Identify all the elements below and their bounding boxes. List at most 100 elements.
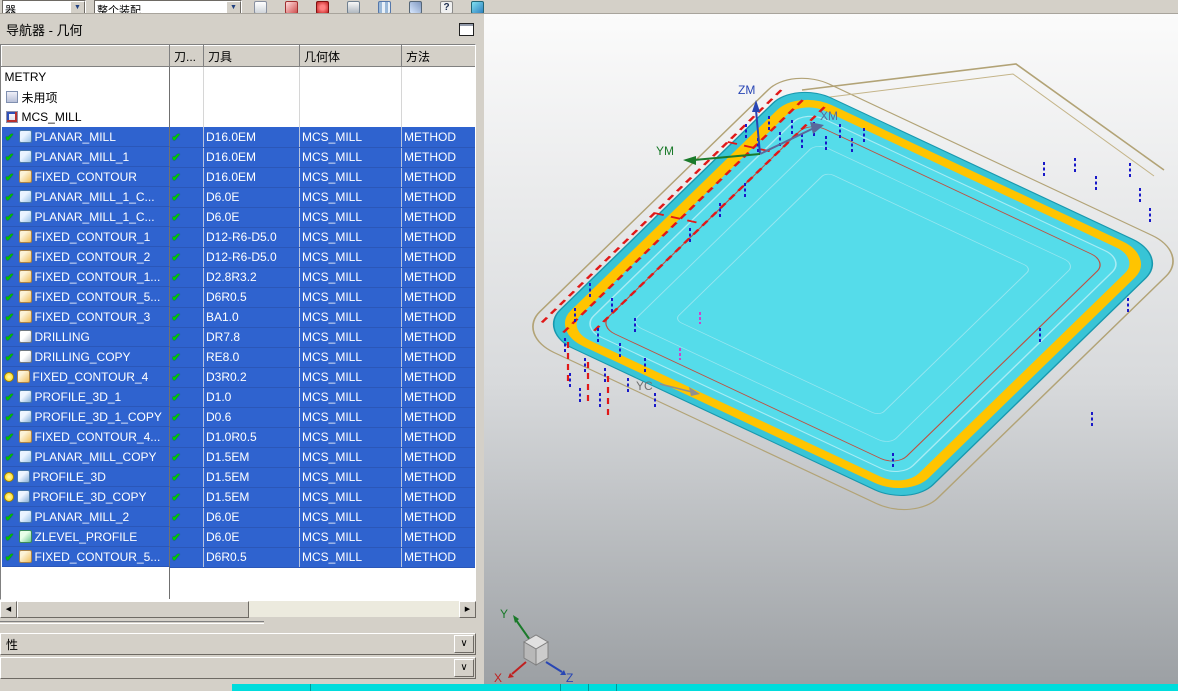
operation-name-cell[interactable]: PLANAR_MILL_2 — [1, 507, 170, 527]
operation-name-cell[interactable]: PLANAR_MILL_1_C... — [1, 207, 170, 227]
chevron-down-icon[interactable] — [70, 1, 85, 13]
float-panel-button[interactable] — [459, 22, 474, 36]
operation-name-cell[interactable]: PLANAR_MILL_1 — [1, 147, 170, 167]
operation-row[interactable]: PROFILE_3D_1 D1.0 MCS_MILL METHOD — [1, 387, 475, 408]
operation-row[interactable]: FIXED_CONTOUR_5... D6R0.5 MCS_MILL METHO… — [1, 547, 475, 568]
operation-row[interactable]: FIXED_CONTOUR_2 D12-R6-D5.0 MCS_MILL MET… — [1, 247, 475, 268]
operation-row[interactable]: FIXED_CONTOUR_4... D1.0R0.5 MCS_MILL MET… — [1, 427, 475, 448]
tree-row-unused[interactable]: 未用项 — [1, 87, 475, 107]
operation-name-cell[interactable]: PROFILE_3D_1 — [1, 387, 170, 407]
details-bar[interactable] — [0, 657, 476, 679]
geometry-cell: MCS_MILL — [299, 407, 402, 428]
plane-icon[interactable] — [347, 1, 360, 13]
operation-name-cell[interactable]: FIXED_CONTOUR — [1, 167, 170, 187]
operation-type-icon — [18, 190, 32, 203]
operation-name-cell[interactable]: FIXED_CONTOUR_5... — [1, 287, 170, 307]
selection-filter-value: 器 — [5, 5, 16, 14]
clipboard-icon[interactable] — [254, 1, 267, 13]
scrollbar-thumb[interactable] — [17, 601, 249, 618]
tree-node-label[interactable]: MCS_MILL — [21, 110, 82, 124]
toolpath-status-cell — [169, 427, 204, 448]
geometry-cell: MCS_MILL — [299, 127, 402, 148]
generated-check-icon — [4, 130, 16, 143]
operation-row[interactable]: PLANAR_MILL_1_C... D6.0E MCS_MILL METHOD — [1, 207, 475, 228]
tool-cell: D6R0.5 — [203, 287, 300, 308]
prompt-line — [232, 684, 1178, 691]
operation-name-cell[interactable]: PROFILE_3D — [1, 467, 170, 487]
column-header-tool[interactable]: 刀具 — [203, 45, 300, 67]
operation-name-cell[interactable]: FIXED_CONTOUR_2 — [1, 247, 170, 267]
tree-node-label[interactable]: METRY — [4, 70, 47, 84]
toolpath-check-icon — [172, 450, 181, 464]
shaded-view-icon[interactable] — [471, 1, 484, 13]
operation-row[interactable]: PLANAR_MILL_1 D16.0EM MCS_MILL METHOD — [1, 147, 475, 168]
tool-cell: D1.5EM — [203, 447, 300, 468]
operation-row[interactable]: DRILLING DR7.8 MCS_MILL METHOD — [1, 327, 475, 348]
tool-cell: D16.0EM — [203, 147, 300, 168]
operation-name-cell[interactable]: FIXED_CONTOUR_5... — [1, 547, 170, 567]
operation-name-cell[interactable]: FIXED_CONTOUR_4... — [1, 427, 170, 447]
operation-name-cell[interactable]: DRILLING_COPY — [1, 347, 170, 367]
operation-row[interactable]: FIXED_CONTOUR_5... D6R0.5 MCS_MILL METHO… — [1, 287, 475, 308]
operation-row[interactable]: FIXED_CONTOUR D16.0EM MCS_MILL METHOD — [1, 167, 475, 188]
method-cell: METHOD — [401, 487, 475, 508]
column-header-name[interactable] — [1, 45, 170, 67]
operation-name-cell[interactable]: FIXED_CONTOUR_3 — [1, 307, 170, 327]
operation-row[interactable]: ZLEVEL_PROFILE D6.0E MCS_MILL METHOD — [1, 527, 475, 548]
operation-row[interactable]: FIXED_CONTOUR_3 BA1.0 MCS_MILL METHOD — [1, 307, 475, 328]
chevron-down-icon[interactable] — [226, 1, 241, 13]
operation-name: PLANAR_MILL_1_C... — [34, 189, 155, 204]
operation-name-cell[interactable]: ZLEVEL_PROFILE — [1, 527, 170, 547]
help-icon[interactable] — [440, 1, 453, 13]
scroll-left-button[interactable] — [0, 601, 17, 618]
panel-title-bar[interactable]: 导航器 - 几何 — [0, 14, 484, 44]
wcs-icon[interactable] — [409, 1, 422, 13]
column-header-method[interactable]: 方法 — [401, 45, 475, 67]
geometry-cell: MCS_MILL — [299, 367, 402, 388]
operation-name-cell[interactable]: PROFILE_3D_COPY — [1, 487, 170, 507]
tool-cell: BA1.0 — [203, 307, 300, 328]
selection-filter-combo[interactable]: 器 — [2, 0, 86, 14]
selection-scope-combo[interactable]: 整个装配 — [94, 0, 242, 13]
dependencies-bar[interactable]: 性 — [0, 633, 476, 655]
operation-row[interactable]: PLANAR_MILL_1_C... D6.0E MCS_MILL METHOD — [1, 187, 475, 208]
tree-node-label[interactable]: 未用项 — [21, 89, 58, 106]
tree-row-mcs-mill[interactable]: MCS_MILL — [1, 107, 475, 127]
tree-row-geometry[interactable]: METRY — [1, 66, 475, 87]
snap-point-icon[interactable] — [285, 1, 298, 13]
operation-name-cell[interactable]: PLANAR_MILL_COPY — [1, 447, 170, 467]
panel-splitter[interactable] — [0, 617, 476, 629]
operation-row[interactable]: PLANAR_MILL_COPY D1.5EM MCS_MILL METHOD — [1, 447, 475, 468]
operation-type-icon — [18, 510, 32, 523]
scroll-right-button[interactable] — [459, 601, 476, 618]
operation-row[interactable]: PLANAR_MILL D16.0EM MCS_MILL METHOD — [1, 127, 475, 148]
operation-row[interactable]: PLANAR_MILL_2 D6.0E MCS_MILL METHOD — [1, 507, 475, 528]
expand-chevron-icon[interactable] — [454, 659, 474, 677]
method-cell: METHOD — [401, 327, 475, 348]
operation-name-cell[interactable]: PROFILE_3D_1_COPY — [1, 407, 170, 427]
tree-column-divider — [169, 567, 170, 599]
operation-name-cell[interactable]: PLANAR_MILL — [1, 127, 170, 147]
grid-icon[interactable] — [378, 1, 391, 13]
operation-name-cell[interactable]: FIXED_CONTOUR_1... — [1, 267, 170, 287]
operation-row[interactable]: FIXED_CONTOUR_1... D2.8R3.2 MCS_MILL MET… — [1, 267, 475, 288]
operation-row[interactable]: DRILLING_COPY RE8.0 MCS_MILL METHOD — [1, 347, 475, 368]
column-header-toolpath[interactable]: 刀... — [169, 45, 204, 67]
horizontal-scrollbar[interactable] — [0, 600, 476, 618]
column-header-geometry[interactable]: 几何体 — [299, 45, 402, 67]
operation-row[interactable]: FIXED_CONTOUR_4 D3R0.2 MCS_MILL METHOD — [1, 367, 475, 388]
operation-name-cell[interactable]: PLANAR_MILL_1_C... — [1, 187, 170, 207]
point-icon[interactable] — [316, 1, 329, 13]
operation-name-cell[interactable]: FIXED_CONTOUR_1 — [1, 227, 170, 247]
operation-row[interactable]: PROFILE_3D_COPY D1.5EM MCS_MILL METHOD — [1, 487, 475, 508]
operation-row[interactable]: PROFILE_3D_1_COPY D0.6 MCS_MILL METHOD — [1, 407, 475, 428]
operation-row[interactable]: FIXED_CONTOUR_1 D12-R6-D5.0 MCS_MILL MET… — [1, 227, 475, 248]
operation-name-cell[interactable]: FIXED_CONTOUR_4 — [1, 367, 170, 387]
operation-name-cell[interactable]: DRILLING — [1, 327, 170, 347]
graphics-window[interactable]: ZM XM YM YC Y X Z — [484, 14, 1178, 684]
operation-row[interactable]: PROFILE_3D D1.5EM MCS_MILL METHOD — [1, 467, 475, 488]
toolpath-check-icon — [172, 470, 181, 484]
expand-chevron-icon[interactable] — [454, 635, 474, 653]
operation-type-icon — [18, 430, 32, 443]
method-cell: METHOD — [401, 147, 475, 168]
